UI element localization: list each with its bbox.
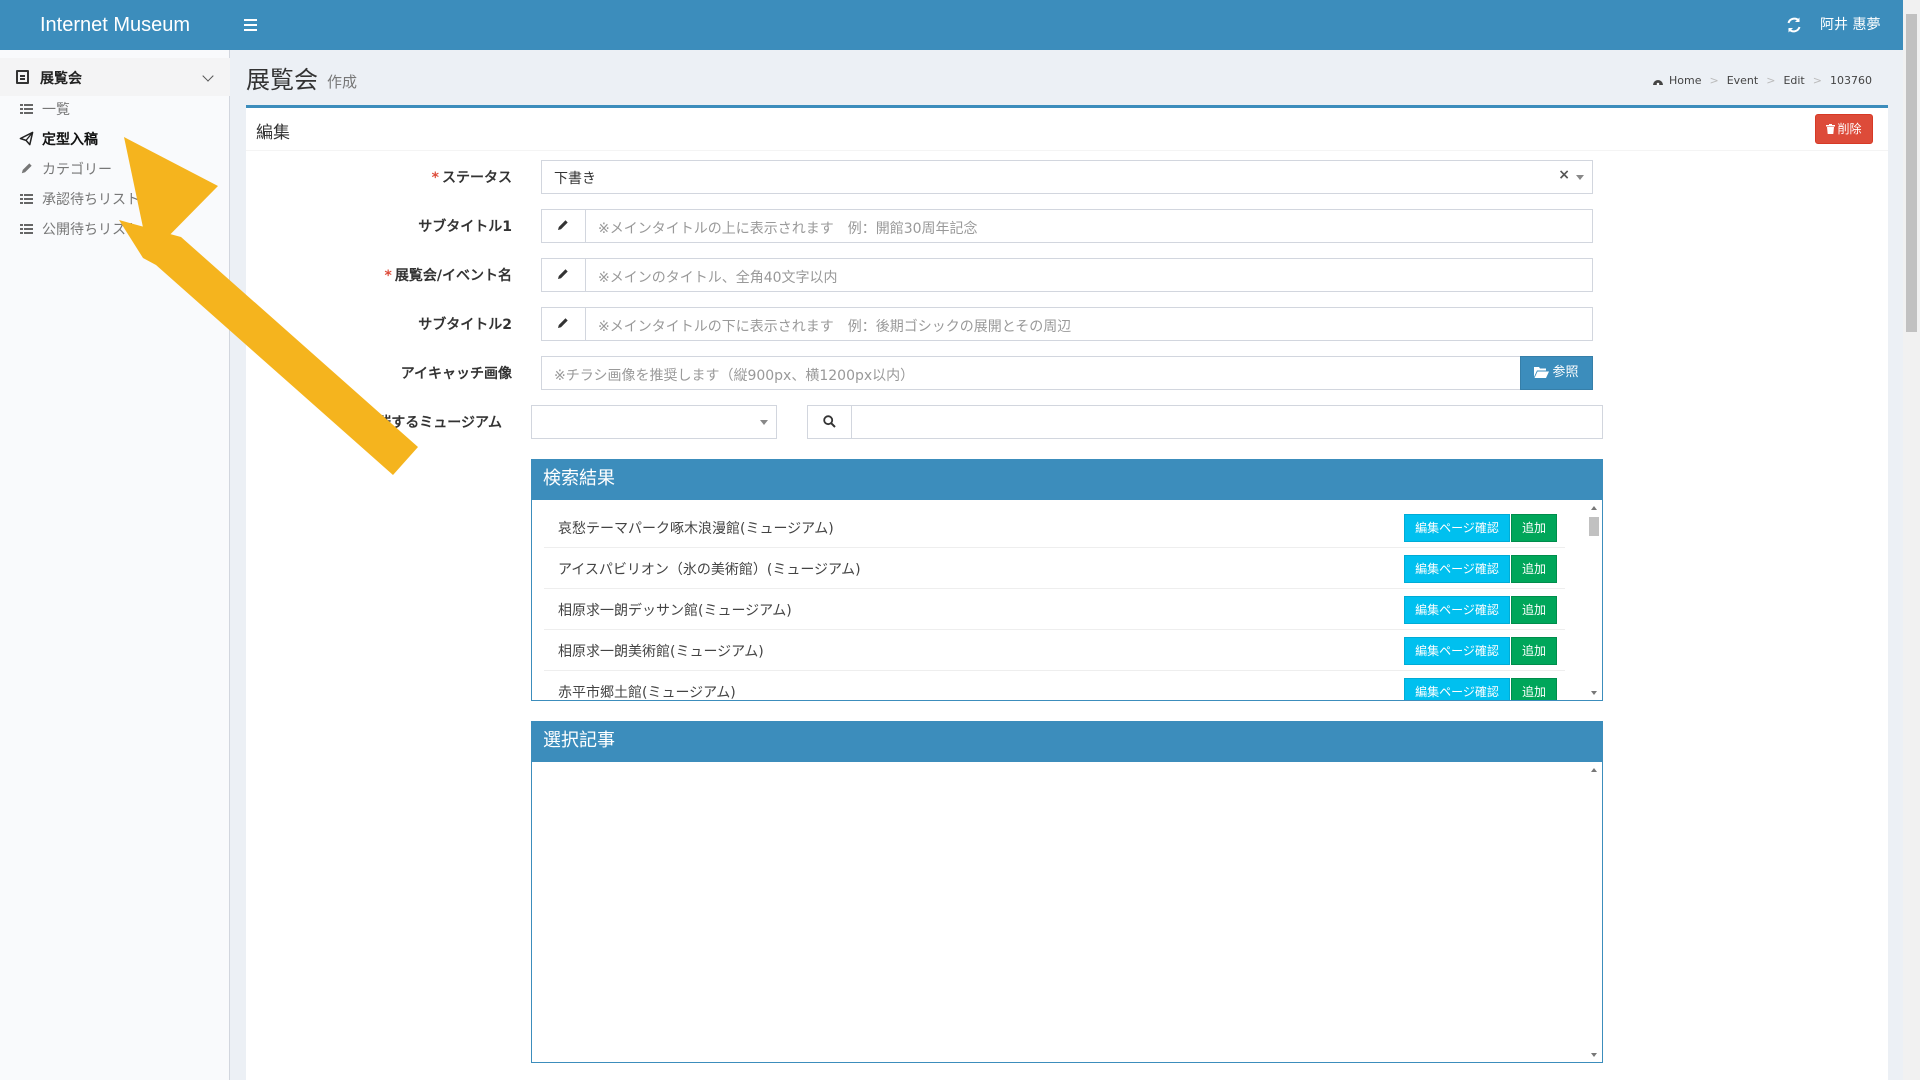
sidebar-item-approval-pending[interactable]: 承認待ちリスト — [0, 184, 230, 212]
list-item: アイスパビリオン（氷の美術館）(ミュージアム) 編集ページ確認 追加 — [544, 548, 1565, 589]
sidebar-item-label: 定型入稿 — [42, 132, 98, 148]
sidebar-item-label: 承認待ちリスト — [42, 192, 140, 208]
pencil-icon — [21, 163, 32, 174]
sidebar-item-category[interactable]: カテゴリー — [0, 154, 230, 182]
result-name: 相原求一朗デッサン館(ミュージアム) — [558, 603, 792, 619]
subtitle1-field[interactable]: ※メインタイトルの上に表示されます 例：開館30周年記念 — [541, 209, 1593, 243]
folder-open-icon — [1534, 367, 1550, 378]
result-name: 哀愁テーマパーク啄木浪漫館(ミュージアム) — [558, 521, 834, 537]
museum-select[interactable] — [531, 405, 777, 439]
add-button[interactable]: 追加 — [1511, 596, 1557, 624]
user-menu[interactable]: 阿井 惠夢 — [1820, 0, 1880, 50]
caret-down-icon — [1576, 175, 1584, 180]
event-name-label: * 展覧会/イベント名 — [384, 268, 512, 284]
result-name: 相原求一朗美術館(ミュージアム) — [558, 644, 764, 660]
delete-button[interactable]: 削除 — [1815, 114, 1873, 144]
breadcrumb-edit[interactable]: Edit — [1783, 74, 1804, 87]
subtitle2-placeholder: ※メインタイトルの下に表示されます 例：後期ゴシックの展開とその周辺 — [598, 319, 1072, 335]
selected-articles-panel: 選択記事 — [531, 721, 1603, 1063]
add-button[interactable]: 追加 — [1511, 514, 1557, 542]
list-icon — [20, 194, 33, 204]
add-button[interactable]: 追加 — [1511, 678, 1557, 700]
sidebar-item-publish-pending[interactable]: 公開待ちリスト — [0, 214, 230, 242]
sidebar-item-label: カテゴリー — [42, 162, 112, 178]
subtitle1-label: サブタイトル1 — [418, 219, 512, 235]
selected-scrollbar[interactable] — [1587, 764, 1601, 1061]
list-item: 赤平市郷土館(ミュージアム) 編集ページ確認 追加 — [544, 671, 1565, 700]
page-subtitle: 作成 — [327, 73, 358, 91]
browse-label: 参照 — [1552, 365, 1579, 380]
status-label: * ステータス — [431, 170, 512, 186]
eyecatch-label: アイキャッチ画像 — [400, 366, 512, 382]
breadcrumb-id: 103760 — [1829, 74, 1872, 87]
subtitle2-label: サブタイトル2 — [418, 317, 512, 333]
pencil-icon — [558, 220, 568, 230]
sidebar-item-template-submit[interactable]: 定型入稿 — [0, 124, 230, 152]
status-select[interactable]: 下書き × — [541, 160, 1593, 194]
browse-button[interactable]: 参照 — [1520, 356, 1593, 390]
add-button[interactable]: 追加 — [1511, 555, 1557, 583]
pencil-icon — [558, 318, 568, 328]
page-scrollbar[interactable] — [1903, 0, 1920, 1080]
breadcrumb: Home > Event > Edit > 103760 — [1652, 74, 1872, 87]
box-title: 編集 — [256, 123, 290, 143]
top-navbar: Internet Museum 阿井 惠夢 — [0, 0, 1920, 50]
list-icon — [20, 224, 33, 234]
brand-logo[interactable]: Internet Museum — [0, 0, 230, 50]
sidebar-item-list[interactable]: 一覧 — [0, 94, 230, 122]
chevron-down-icon — [202, 70, 214, 82]
selected-articles-title: 選択記事 — [532, 722, 1602, 762]
breadcrumb-home[interactable]: Home — [1669, 74, 1701, 87]
pencil-icon — [558, 269, 568, 279]
add-button[interactable]: 追加 — [1511, 637, 1557, 665]
results-scrollbar[interactable] — [1587, 502, 1601, 699]
sidebar-toggle-icon[interactable] — [238, 12, 264, 38]
search-results-title: 検索結果 — [532, 460, 1602, 500]
sidebar-section-label: 展覧会 — [40, 71, 82, 87]
refresh-icon[interactable] — [1783, 14, 1805, 36]
breadcrumb-event[interactable]: Event — [1727, 74, 1759, 87]
eyecatch-placeholder: ※チラシ画像を推奨します（縦900px、横1200px以内） — [554, 368, 915, 384]
caret-down-icon — [760, 420, 768, 425]
trash-icon — [1826, 124, 1836, 134]
subtitle1-placeholder: ※メインタイトルの上に表示されます 例：開館30周年記念 — [598, 221, 978, 237]
clear-icon[interactable]: × — [1558, 167, 1570, 183]
check-edit-page-button[interactable]: 編集ページ確認 — [1404, 555, 1510, 583]
check-edit-page-button[interactable]: 編集ページ確認 — [1404, 596, 1510, 624]
delete-label: 削除 — [1837, 122, 1862, 136]
subtitle2-field[interactable]: ※メインタイトルの下に表示されます 例：後期ゴシックの展開とその周辺 — [541, 307, 1593, 341]
result-name: 赤平市郷土館(ミュージアム) — [558, 685, 736, 700]
sidebar-item-label: 公開待ちリスト — [42, 222, 140, 238]
result-name: アイスパビリオン（氷の美術館）(ミュージアム) — [558, 562, 861, 578]
search-icon — [823, 415, 836, 428]
results-list: 哀愁テーマパーク啄木浪漫館(ミュージアム) 編集ページ確認 追加 アイスパビリオ… — [532, 500, 1582, 700]
paper-plane-icon — [19, 131, 34, 146]
museum-label: 開催するミュージアム — [363, 415, 502, 431]
museum-search-input[interactable] — [807, 405, 1603, 439]
dashboard-icon — [1653, 79, 1663, 85]
eyecatch-field[interactable]: ※チラシ画像を推奨します（縦900px、横1200px以内） — [541, 356, 1521, 390]
search-results-panel: 検索結果 哀愁テーマパーク啄木浪漫館(ミュージアム) 編集ページ確認 追加 アイ… — [531, 459, 1603, 701]
sidebar-section-exhibition[interactable]: 展覧会 — [0, 58, 230, 96]
list-item: 相原求一朗デッサン館(ミュージアム) 編集ページ確認 追加 — [544, 589, 1565, 630]
list-item: 哀愁テーマパーク啄木浪漫館(ミュージアム) 編集ページ確認 追加 — [544, 507, 1565, 548]
status-value: 下書き — [554, 171, 596, 187]
event-name-placeholder: ※メインのタイトル、全角40文字以内 — [598, 270, 838, 286]
list-icon — [20, 104, 33, 114]
check-edit-page-button[interactable]: 編集ページ確認 — [1404, 678, 1510, 700]
file-text-icon — [16, 70, 29, 84]
list-item: 相原求一朗美術館(ミュージアム) 編集ページ確認 追加 — [544, 630, 1565, 671]
sidebar: 展覧会 一覧 定型入稿 カテゴリー 承認待ちリスト 公開待ちリスト — [0, 50, 230, 1080]
check-edit-page-button[interactable]: 編集ページ確認 — [1404, 637, 1510, 665]
check-edit-page-button[interactable]: 編集ページ確認 — [1404, 514, 1510, 542]
sidebar-item-label: 一覧 — [42, 102, 70, 118]
page-title: 展覧会 — [246, 67, 318, 94]
event-name-field[interactable]: ※メインのタイトル、全角40文字以内 — [541, 258, 1593, 292]
